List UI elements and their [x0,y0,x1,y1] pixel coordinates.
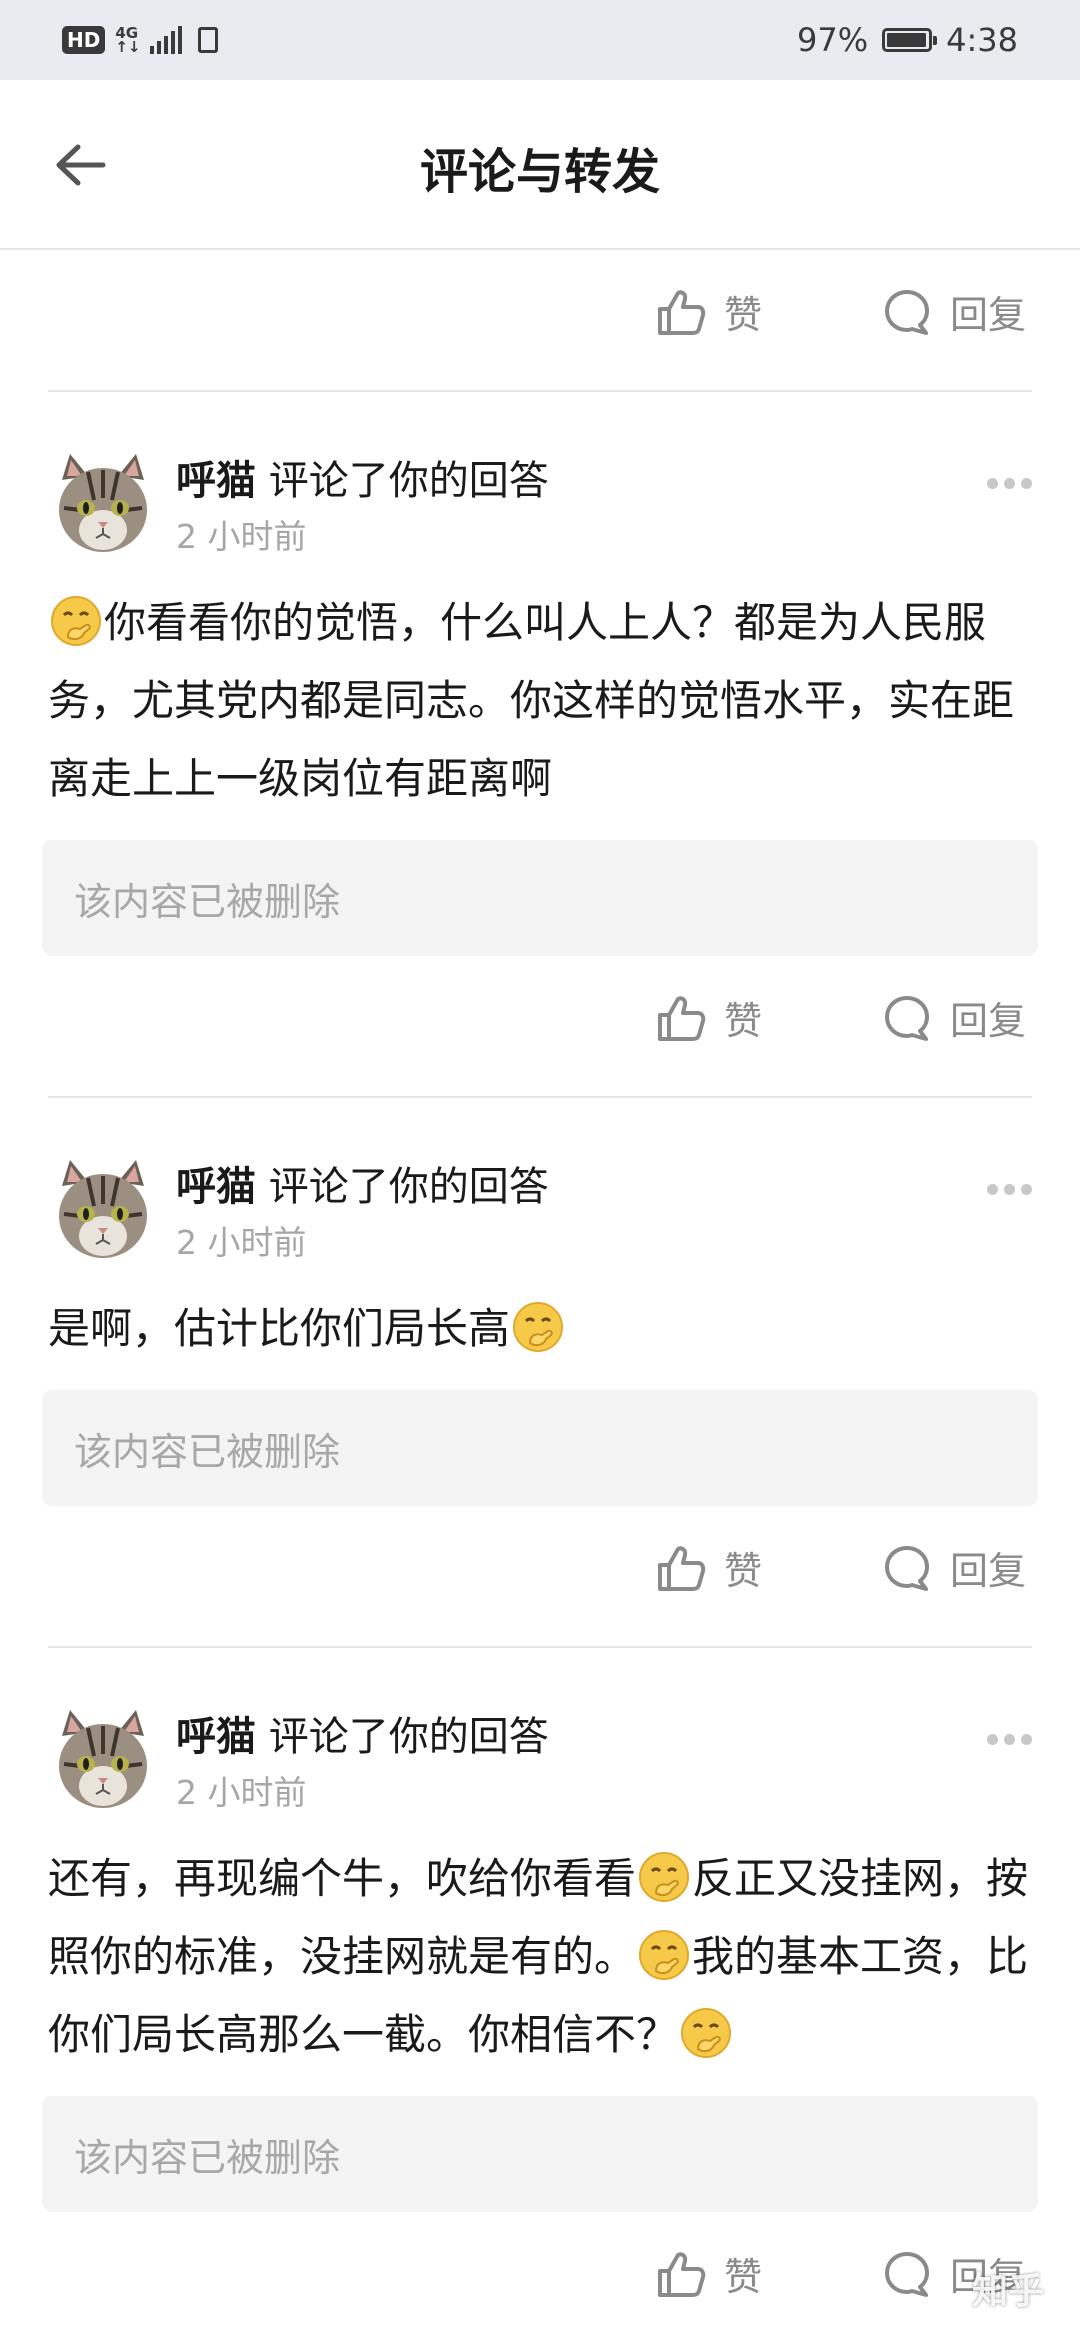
page-title: 评论与转发 [419,144,660,200]
comment-action-row: 赞 回复 [0,1506,1080,1646]
author-name[interactable]: 呼猫 [176,458,256,504]
zhihu-watermark: 知乎 [971,2271,1044,2312]
avatar[interactable] [48,1706,158,1816]
reply-button[interactable]: 回复 [882,1540,1026,1595]
battery-percent: 97% [797,21,869,59]
author-line: 呼猫 评论了你的回答 [176,448,549,506]
thumbs-up-icon [658,2251,706,2297]
comment-time: 2 小时前 [176,1223,307,1262]
shushing-emoji-icon [639,1930,690,1980]
comment-action-row: 赞 回复 [0,2212,1080,2352]
status-left-icons: HD 4G ↑↓ [62,26,219,56]
clock: 4:38 [946,21,1018,59]
network-activity-label: ↑↓ [115,38,141,56]
comment-bubble-icon [885,2251,929,2297]
comment-header: 呼猫 评论了你的回答 2 小时前 [0,1648,1080,1812]
author-line: 呼猫 评论了你的回答 [176,1154,549,1212]
comment-action-text: 评论了你的回答 [268,1714,549,1760]
reply-label: 回复 [950,1549,1027,1593]
network-type-icon: 4G ↑↓ [115,26,141,56]
quoted-deleted-content: 该内容已被删除 [42,2096,1038,2212]
sim-card-icon [198,27,219,53]
like-label: 赞 [724,2255,763,2299]
comment-action-text: 评论了你的回答 [268,458,549,504]
like-label: 赞 [724,293,763,337]
comment-header: 呼猫 评论了你的回答 2 小时前 [0,1098,1080,1262]
avatar[interactable] [48,1156,158,1266]
like-button[interactable]: 赞 [656,1540,762,1595]
author-line: 呼猫 评论了你的回答 [176,1704,549,1762]
more-options-button[interactable] [987,1734,1032,1745]
more-options-button[interactable] [987,478,1032,489]
comment-body: 你看看你的觉悟，什么叫人上人？都是为人民服务，尤其党内都是同志。你这样的觉悟水平… [48,598,1015,803]
top-app-bar: 评论与转发 [0,80,1080,250]
comment-time: 2 小时前 [176,1773,307,1812]
author-name[interactable]: 呼猫 [176,1164,256,1210]
like-button[interactable]: 赞 [656,284,762,339]
like-button[interactable]: 赞 [656,2246,762,2301]
like-label: 赞 [724,1549,763,1593]
quoted-deleted-content: 该内容已被删除 [42,1390,1038,1506]
signal-strength-icon [150,26,183,54]
reply-label: 回复 [950,293,1027,337]
comment-body-part: 还有，再现编个牛，吹给你看看 [48,1854,637,1903]
comment-bubble-icon [885,289,929,335]
comment-text[interactable]: 还有，再现编个牛，吹给你看看 反正又没挂网，按照你的标准，没挂网就是有的。 我的… [48,1840,1032,2074]
more-options-button[interactable] [987,1184,1032,1195]
author-name[interactable]: 呼猫 [176,1714,256,1760]
shushing-emoji-icon [51,596,101,646]
status-bar: HD 4G ↑↓ 97% 4:38 [0,0,1080,80]
shushing-emoji-icon [639,1852,690,1902]
like-button[interactable]: 赞 [656,990,762,1045]
comment-action-row: 赞 回复 [0,956,1080,1096]
comment-card: 呼猫 评论了你的回答 2 小时前 还有，再现编个牛，吹给你看看 反正又没挂网，按… [0,1648,1080,2352]
comment-bubble-icon [885,1545,929,1591]
shushing-emoji-icon [513,1302,564,1352]
comment-card: 呼猫 评论了你的回答 2 小时前 你看看你的觉悟，什么叫人上人？都是为人民服务，… [0,392,1080,1098]
shushing-emoji-icon [681,2008,732,2058]
reply-label: 回复 [950,999,1027,1043]
thumbs-up-icon [658,995,706,1041]
comment-action-text: 评论了你的回答 [268,1164,549,1210]
comment-action-row: 赞 回复 [0,250,1080,390]
comment-feed[interactable]: 赞 回复 呼猫 评论了你的回答 2 小时前 你看看你的觉悟，什么叫人上人？都是为… [0,250,1080,2352]
battery-icon [882,28,938,52]
comment-text[interactable]: 你看看你的觉悟，什么叫人上人？都是为人民服务，尤其党内都是同志。你这样的觉悟水平… [48,584,1032,818]
thumbs-up-icon [658,289,706,335]
avatar[interactable] [48,450,158,560]
comment-bubble-icon [885,995,929,1041]
reply-button[interactable]: 回复 [882,284,1026,339]
status-right-icons: 97% 4:38 [797,21,1018,59]
hd-voice-icon: HD [62,26,106,54]
quoted-deleted-content: 该内容已被删除 [42,840,1038,956]
comment-text[interactable]: 是啊，估计比你们局长高 [48,1290,1032,1368]
reply-button[interactable]: 回复 [882,990,1026,1045]
comment-header: 呼猫 评论了你的回答 2 小时前 [0,392,1080,556]
thumbs-up-icon [658,1545,706,1591]
comment-body: 是啊，估计比你们局长高 [48,1304,511,1353]
comment-card: 呼猫 评论了你的回答 2 小时前 是啊，估计比你们局长高 该内容已被删除 赞 回… [0,1098,1080,1648]
like-label: 赞 [724,999,763,1043]
comment-time: 2 小时前 [176,517,307,556]
